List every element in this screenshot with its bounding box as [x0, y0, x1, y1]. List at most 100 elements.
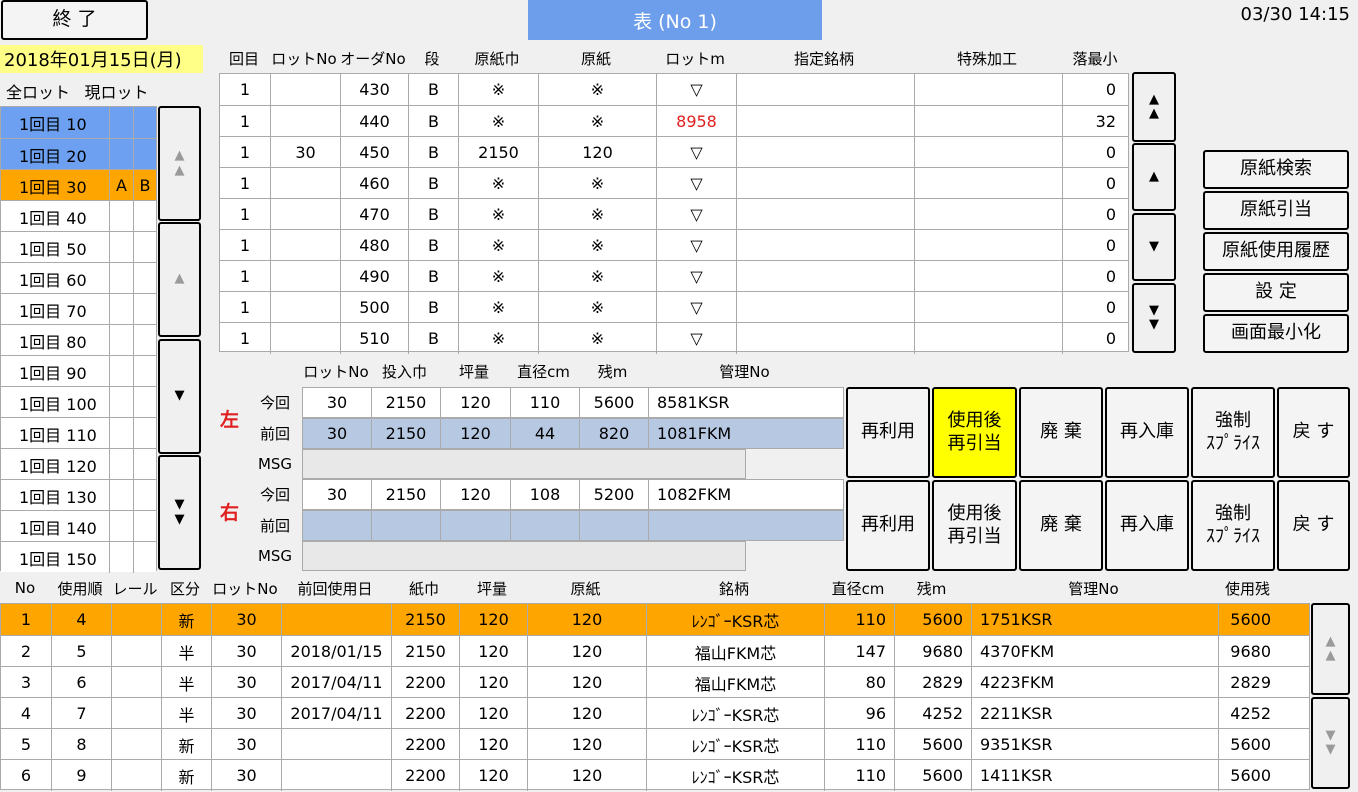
usage-cell-rail [111, 667, 161, 698]
lot-item-b [133, 418, 156, 449]
usage-header-kanri: 管理No [1068, 579, 1119, 598]
order-cell-kakou [914, 106, 1062, 137]
order-table-row[interactable]: 1 30 450 B 2150 120 ▽ 0 [220, 136, 1128, 168]
lot-item-a [109, 418, 133, 449]
usage-cell-genshi: 120 [527, 604, 646, 635]
order-scroll-down-button[interactable]: ▼ [1132, 213, 1176, 281]
double-down-arrow-icon: ▼ ▼ [174, 497, 185, 527]
order-cell-min: 0 [1062, 261, 1130, 292]
left-current-dia: 110 [510, 388, 579, 417]
left-discard-button[interactable]: 廃 棄 [1019, 387, 1103, 478]
usage-cell-remain: 5600 [894, 729, 971, 760]
tab-current-lot[interactable]: 現ロット [76, 75, 157, 106]
lot-list-item[interactable]: 1回目 130 [1, 479, 156, 511]
order-scroll-up-button[interactable]: ▲ [1132, 143, 1176, 211]
lot-item-label: 1回目 150 [19, 549, 97, 569]
right-reallocate-after-use-button[interactable]: 使用後 再引当 [932, 480, 1017, 571]
order-cell-haba: 2150 [458, 137, 538, 168]
lot-list-item[interactable]: 1回目 30 A B [1, 169, 156, 201]
lot-list-item[interactable]: 1回目 140 [1, 510, 156, 542]
order-cell-kaime: 1 [239, 80, 251, 99]
usage-table-row[interactable]: 6 9 新 30 2200 120 120 ﾚﾝｺﾞｰKSR芯 110 5600 1411KSR 56… [1, 759, 1309, 791]
lot-list-item[interactable]: 1回目 100 [1, 386, 156, 418]
lot-list-item[interactable]: 1回目 60 [1, 262, 156, 294]
lot-scroll-up-button[interactable]: ▲ [158, 222, 201, 337]
usage-table-row[interactable]: 1 4 新 30 2150 120 120 ﾚﾝｺﾞｰKSR芯 110 5600 1751KSR 56… [1, 604, 1309, 635]
order-cell-haba: ※ [458, 230, 538, 261]
right-return-button[interactable]: 戻 す [1277, 480, 1350, 571]
lot-list-item[interactable]: 1回目 20 [1, 138, 156, 170]
lot-list-item[interactable]: 1回目 110 [1, 417, 156, 449]
tab-all-lots[interactable]: 全ロット [0, 75, 76, 106]
lot-item-b [133, 511, 156, 542]
lot-list-item[interactable]: 1回目 80 [1, 324, 156, 356]
order-cell-meigara [736, 74, 914, 105]
usage-cell-use_remain: 4252 [1218, 698, 1279, 729]
settings-button[interactable]: 設 定 [1203, 273, 1349, 312]
left-force-label-2: ｽﾌﾟﾗｲｽ [1206, 432, 1260, 454]
left-reuse-button[interactable]: 再利用 [846, 387, 930, 478]
usage-cell-order: 7 [51, 698, 111, 729]
lot-list-item[interactable]: 1回目 150 [1, 541, 156, 573]
order-table-row[interactable]: 1 440 B ※ ※ 8958 32 [220, 105, 1128, 137]
usage-cell-remain: 4252 [894, 698, 971, 729]
left-previous-dia: 44 [510, 419, 579, 448]
order-header-lot: ロットNo [271, 49, 337, 68]
lot-scroll-top-button[interactable]: ▲ ▲ [158, 106, 201, 221]
lot-list-item[interactable]: 1回目 10 [1, 107, 156, 138]
order-table-row[interactable]: 1 490 B ※ ※ ▽ 0 [220, 260, 1130, 292]
usage-cell-no: 3 [20, 673, 32, 692]
lot-list-item[interactable]: 1回目 70 [1, 293, 156, 325]
lot-list-item[interactable]: 1回目 120 [1, 448, 156, 480]
left-reallocate-after-use-button[interactable]: 使用後 再引当 [932, 387, 1017, 478]
order-header-kaime: 回目 [228, 49, 259, 68]
double-up-arrow-icon: ▲ ▲ [174, 148, 185, 178]
usage-scroll-up-button[interactable]: ▲ ▲ [1311, 603, 1350, 695]
lot-list-item[interactable]: 1回目 40 [1, 200, 156, 232]
left-restock-button[interactable]: 再入庫 [1105, 387, 1189, 478]
left-previous-remain: 820 [579, 419, 648, 448]
paper-allocate-button[interactable]: 原紙引当 [1203, 191, 1349, 230]
order-header-kakou: 特殊加工 [956, 49, 1017, 68]
right-reuse-button[interactable]: 再利用 [846, 480, 930, 571]
order-cell-lotm: ▽ [656, 261, 736, 292]
order-cell-haba: ※ [458, 292, 538, 323]
lot-item-a [109, 511, 133, 542]
usage-table-row[interactable]: 4 7 半 30 2017/04/11 2200 120 120 ﾚﾝｺﾞｰKSR芯 96 4252… [1, 697, 1309, 729]
lot-scroll-down-button[interactable]: ▼ [158, 339, 201, 454]
left-force-splice-button[interactable]: 強制 ｽﾌﾟﾗｲｽ [1191, 387, 1275, 478]
minimize-button[interactable]: 画面最小化 [1203, 314, 1349, 353]
usage-cell-lot: 30 [211, 667, 281, 698]
lot-scroll-bottom-button[interactable]: ▼ ▼ [158, 455, 201, 570]
order-scroll-bottom-button[interactable]: ▼ ▼ [1132, 283, 1176, 353]
usage-cell-kanri: 9351KSR [971, 729, 1218, 760]
order-table-row[interactable]: 1 510 B ※ ※ ▽ 0 [220, 322, 1128, 354]
order-scroll-top-button[interactable]: ▲ ▲ [1132, 72, 1176, 142]
right-restock-button[interactable]: 再入庫 [1105, 480, 1189, 571]
order-table-row[interactable]: 1 430 B ※ ※ ▽ 0 [220, 74, 1128, 105]
left-current-label: 今回 [259, 394, 290, 412]
order-table-row[interactable]: 1 500 B ※ ※ ▽ 0 [220, 291, 1128, 323]
order-table-row[interactable]: 1 480 B ※ ※ ▽ 0 [220, 229, 1128, 261]
order-cell-kakou [914, 292, 1062, 323]
right-discard-button[interactable]: 廃 棄 [1019, 480, 1103, 571]
usage-table-row[interactable]: 5 8 新 30 2200 120 120 ﾚﾝｺﾞｰKSR芯 110 5600 9351KSR 56… [1, 728, 1309, 760]
lot-item-b [133, 263, 156, 294]
order-table-row[interactable]: 1 460 B ※ ※ ▽ 0 [220, 167, 1128, 199]
paper-history-button[interactable]: 原紙使用履歴 [1203, 232, 1349, 271]
order-table-row[interactable]: 1 470 B ※ ※ ▽ 0 [220, 198, 1128, 230]
usage-table-row[interactable]: 3 6 半 30 2017/04/11 2200 120 120 福山FKM芯 80 2829 422… [1, 666, 1309, 698]
order-cell-kakou [914, 323, 1062, 354]
usage-cell-dia: 110 [824, 604, 894, 635]
paper-search-button[interactable]: 原紙検索 [1203, 150, 1349, 189]
left-return-button[interactable]: 戻 す [1277, 387, 1350, 478]
usage-cell-no: 2 [20, 642, 32, 661]
order-cell-meigara [736, 292, 914, 323]
lot-list-item[interactable]: 1回目 50 [1, 231, 156, 263]
exit-button[interactable]: 終 了 [1, 0, 148, 40]
usage-scroll-down-button[interactable]: ▼ ▼ [1311, 697, 1350, 789]
right-force-splice-button[interactable]: 強制 ｽﾌﾟﾗｲｽ [1191, 480, 1275, 571]
order-cell-kaime: 1 [239, 174, 251, 193]
lot-list-item[interactable]: 1回目 90 [1, 355, 156, 387]
usage-table-row[interactable]: 2 5 半 30 2018/01/15 2150 120 120 福山FKM芯 147 9680 43… [1, 635, 1309, 667]
